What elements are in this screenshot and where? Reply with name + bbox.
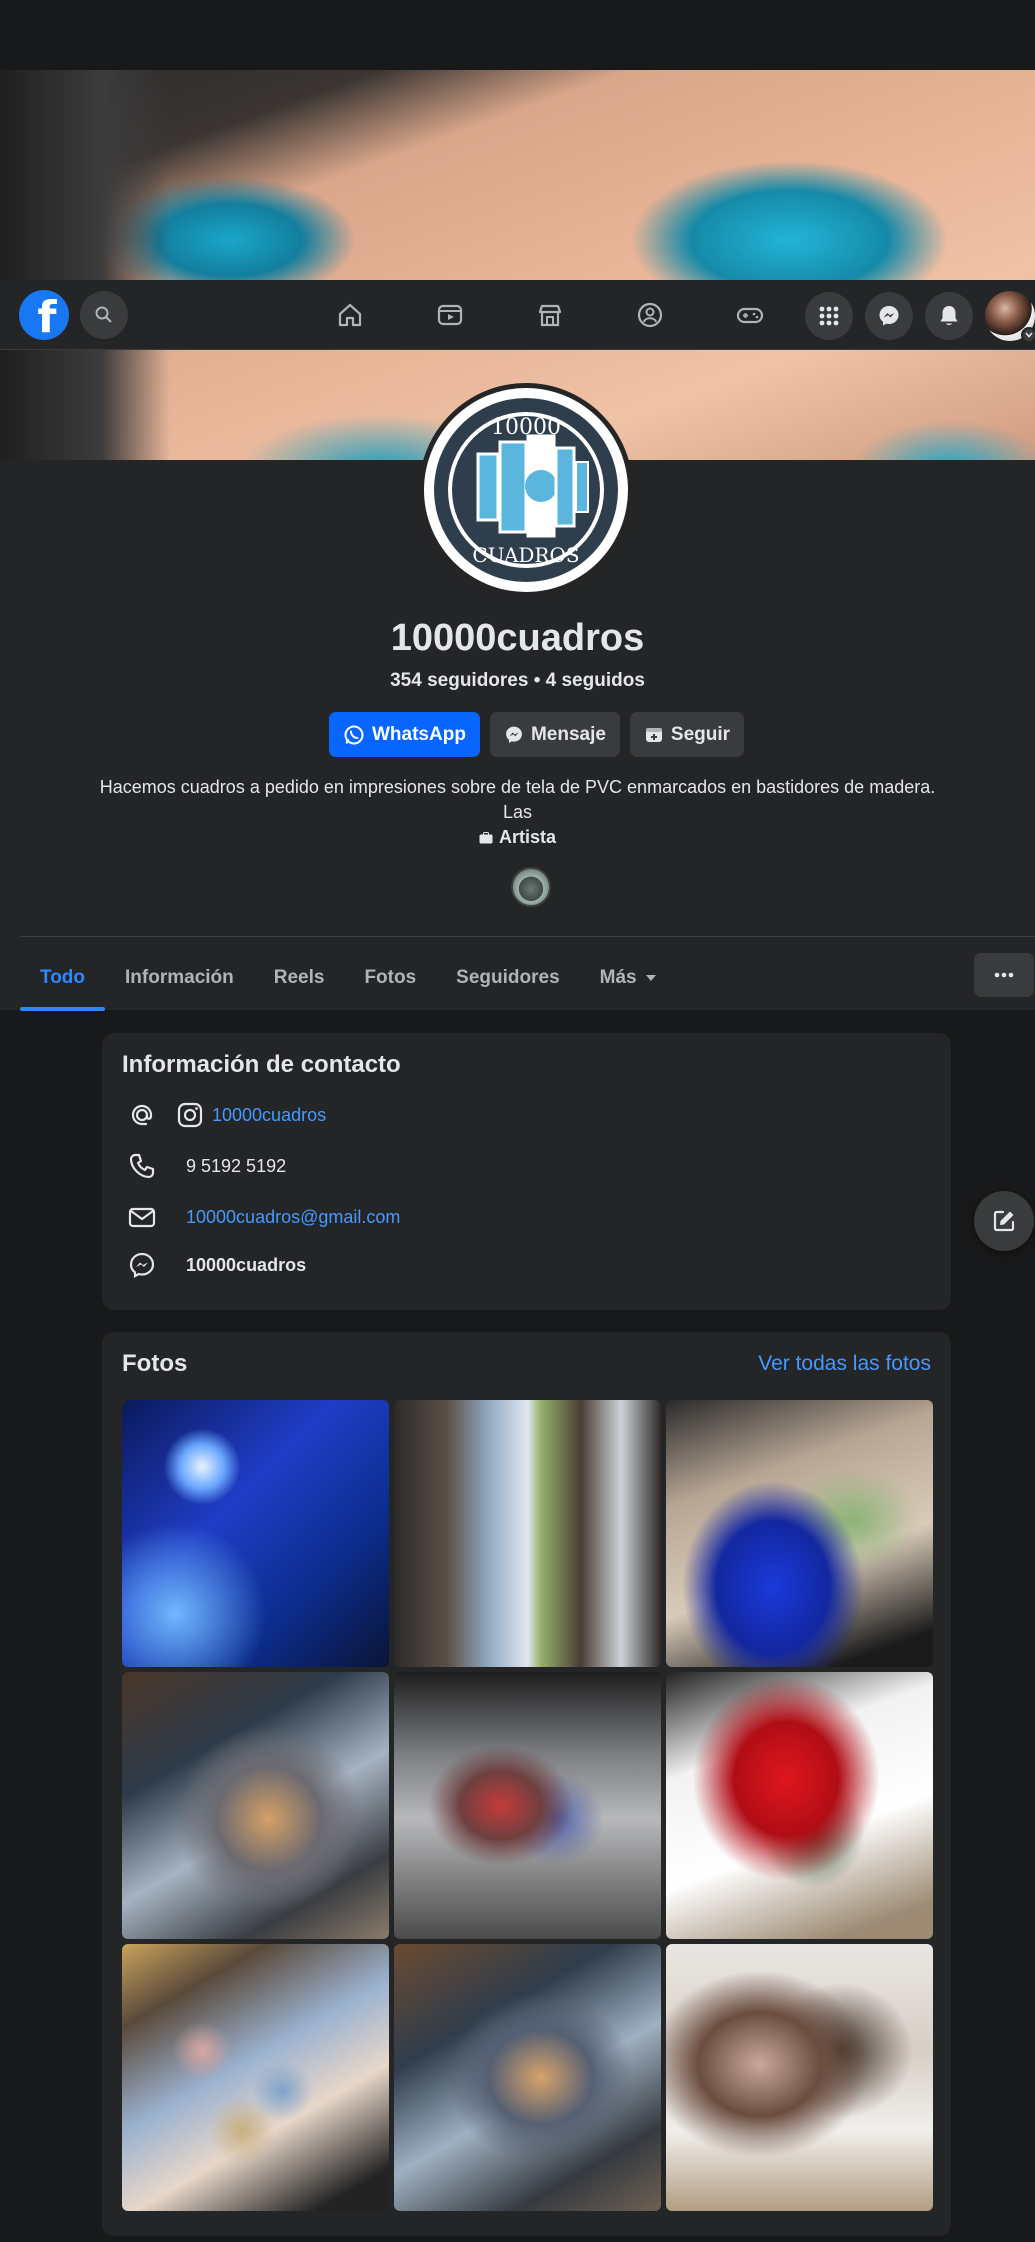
menu-grid-icon bbox=[819, 306, 839, 326]
follower-avatar[interactable] bbox=[511, 867, 551, 907]
groups-icon bbox=[637, 302, 663, 328]
gaming-icon bbox=[736, 307, 764, 324]
divider bbox=[20, 936, 1035, 937]
facebook-page: f 10000 CUADROS 10000cuadros 354 seguido… bbox=[0, 0, 1035, 2242]
bell-icon bbox=[940, 306, 958, 325]
bio-line: Las bbox=[502, 802, 533, 822]
photos-card: Fotos Ver todas las fotos bbox=[102, 1332, 951, 2236]
instagram-link[interactable]: 10000cuadros bbox=[212, 1105, 326, 1126]
nav-marketplace[interactable] bbox=[500, 280, 600, 350]
photos-grid bbox=[122, 1400, 933, 2211]
contact-email: 10000cuadros@gmail.com bbox=[122, 1197, 400, 1237]
compose-button[interactable] bbox=[974, 1191, 1034, 1251]
follow-icon bbox=[645, 727, 662, 742]
messenger-icon bbox=[506, 726, 522, 743]
phone-icon bbox=[122, 1146, 162, 1186]
nav-tabs bbox=[300, 280, 800, 350]
tab-mas[interactable]: Más bbox=[580, 945, 677, 1011]
see-all-photos-link[interactable]: Ver todas las fotos bbox=[758, 1352, 931, 1376]
home-icon bbox=[338, 303, 362, 327]
tab-reels[interactable]: Reels bbox=[254, 945, 345, 1011]
tab-seguidores[interactable]: Seguidores bbox=[436, 945, 579, 1011]
page-title: 10000cuadros bbox=[390, 617, 645, 659]
photo-thumbnail[interactable] bbox=[122, 1672, 389, 1939]
followers-count[interactable]: 354 seguidores • 4 seguidos bbox=[0, 670, 1035, 692]
messenger-username[interactable]: 10000cuadros bbox=[186, 1255, 306, 1276]
nav-home[interactable] bbox=[300, 280, 400, 350]
at-icon bbox=[122, 1095, 162, 1135]
email-icon bbox=[122, 1197, 162, 1237]
photo-thumbnail[interactable] bbox=[666, 1944, 933, 2211]
video-icon bbox=[437, 304, 463, 326]
edit-icon bbox=[993, 1210, 1015, 1232]
messenger-icon bbox=[879, 306, 899, 326]
profile-tabs: Todo Información Reels Fotos Seguidores … bbox=[20, 945, 677, 1011]
contact-info-card: Información de contacto 10000cuadros 9 5… bbox=[102, 1033, 951, 1310]
page-bio: Hacemos cuadros a pedido en impresiones … bbox=[0, 775, 1035, 825]
menu-button[interactable] bbox=[805, 292, 853, 340]
nav-groups[interactable] bbox=[600, 280, 700, 350]
phone-number[interactable]: 9 5192 5192 bbox=[186, 1156, 286, 1177]
search-button[interactable] bbox=[80, 291, 128, 339]
follow-button[interactable]: Seguir bbox=[629, 712, 745, 757]
email-link[interactable]: 10000cuadros@gmail.com bbox=[186, 1207, 400, 1228]
page-category: Artista bbox=[0, 827, 1035, 848]
more-options-button[interactable] bbox=[974, 953, 1034, 997]
photo-thumbnail[interactable] bbox=[122, 1944, 389, 2211]
contact-instagram: 10000cuadros bbox=[122, 1095, 326, 1135]
instagram-icon bbox=[177, 1102, 203, 1128]
messenger-button[interactable] bbox=[865, 292, 913, 340]
contact-messenger: 10000cuadros bbox=[122, 1245, 306, 1285]
svg-text:CUADROS: CUADROS bbox=[472, 543, 579, 567]
photo-thumbnail[interactable] bbox=[394, 1400, 661, 1667]
tab-informacion[interactable]: Información bbox=[105, 945, 254, 1011]
cover-shadow bbox=[0, 70, 170, 460]
photo-thumbnail[interactable] bbox=[122, 1400, 389, 1667]
photo-thumbnail[interactable] bbox=[394, 1672, 661, 1939]
caret-down-icon bbox=[645, 975, 656, 981]
photos-card-title: Fotos bbox=[122, 1350, 188, 1377]
search-icon bbox=[95, 306, 112, 323]
ellipsis-icon bbox=[994, 972, 1014, 978]
nav-right-actions bbox=[805, 291, 1035, 343]
message-button[interactable]: Mensaje bbox=[489, 712, 620, 757]
svg-text:10000: 10000 bbox=[491, 415, 561, 440]
marketplace-icon bbox=[538, 304, 562, 327]
photo-thumbnail[interactable] bbox=[666, 1400, 933, 1667]
whatsapp-button[interactable]: WhatsApp bbox=[329, 712, 480, 757]
nav-video[interactable] bbox=[400, 280, 500, 350]
facebook-logo[interactable]: f bbox=[19, 290, 69, 340]
top-navigation-bar: f bbox=[0, 280, 1035, 350]
photo-thumbnail[interactable] bbox=[666, 1672, 933, 1939]
tab-fotos[interactable]: Fotos bbox=[344, 945, 436, 1011]
contact-phone: 9 5192 5192 bbox=[122, 1146, 286, 1186]
photo-thumbnail[interactable] bbox=[394, 1944, 661, 2211]
nav-gaming[interactable] bbox=[700, 280, 800, 350]
briefcase-icon bbox=[479, 831, 493, 843]
brand-logo-icon: 10000 CUADROS bbox=[434, 398, 618, 582]
notifications-button[interactable] bbox=[925, 292, 973, 340]
whatsapp-icon bbox=[344, 725, 364, 744]
bio-line: Hacemos cuadros a pedido en impresiones … bbox=[99, 777, 936, 797]
profile-picture[interactable]: 10000 CUADROS bbox=[419, 383, 633, 597]
chevron-down-icon bbox=[1021, 327, 1035, 343]
profile-actions: WhatsApp Mensaje Seguir bbox=[329, 712, 745, 757]
tab-todo[interactable]: Todo bbox=[20, 945, 106, 1011]
messenger-outline-icon bbox=[122, 1245, 162, 1285]
contact-card-title: Información de contacto bbox=[122, 1051, 401, 1078]
account-avatar[interactable] bbox=[985, 291, 1035, 343]
